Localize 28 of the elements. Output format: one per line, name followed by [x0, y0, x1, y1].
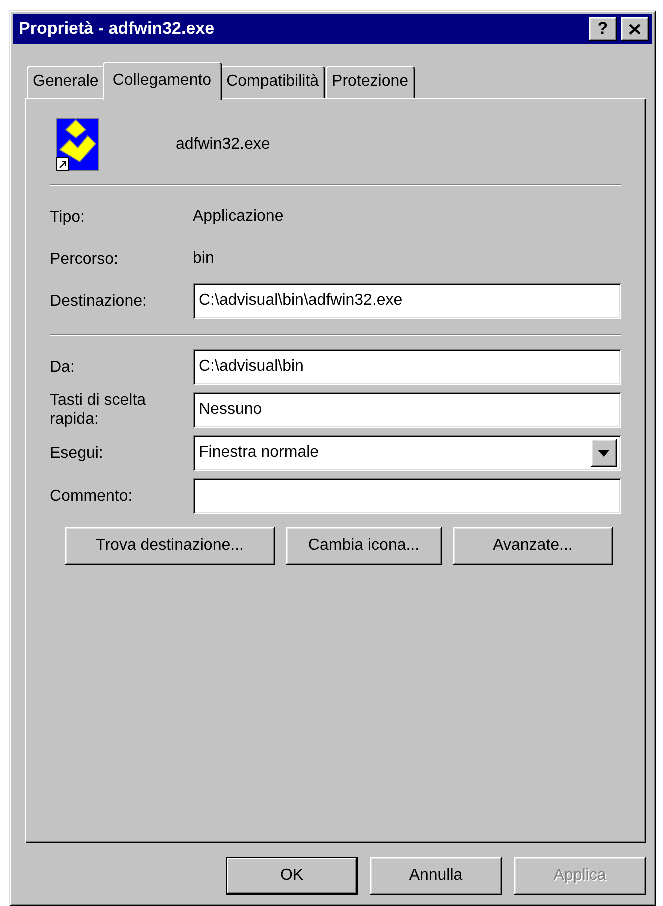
close-button[interactable] [621, 17, 649, 41]
action-button[interactable]: Avanzate... [453, 527, 613, 565]
file-name: adfwin32.exe [176, 136, 270, 154]
action-button[interactable]: Cambia icona... [286, 527, 442, 565]
field-value: bin [193, 250, 214, 268]
tab[interactable]: Compatibilità [220, 66, 326, 98]
close-icon [629, 24, 641, 34]
field-label: Tipo: [50, 208, 86, 226]
field-label: Da: [50, 358, 76, 376]
field-label: Destinazione: [50, 292, 148, 310]
action-button[interactable]: Trova destinazione... [65, 527, 275, 565]
field-label: Percorso: [50, 250, 120, 268]
tab[interactable]: Protezione [326, 66, 415, 98]
field-value: Applicazione [193, 208, 284, 226]
dialog-button[interactable]: OK [226, 857, 358, 895]
text-field[interactable] [193, 478, 621, 514]
dropdown[interactable]: Finestra normale [193, 435, 621, 471]
field-label: Esegui: [50, 444, 104, 462]
text-field[interactable]: Nessuno [193, 392, 621, 428]
tab[interactable]: Collegamento [102, 62, 222, 100]
window-title: Proprietà - adfwin32.exe [19, 19, 216, 39]
text-field[interactable]: C:\advisual\bin [193, 349, 621, 385]
tab[interactable]: Generale [27, 66, 105, 98]
field-label: Commento: [50, 486, 134, 506]
dialog-button[interactable]: Annulla [370, 857, 502, 895]
help-button[interactable]: ? [589, 17, 617, 41]
field-label: Tasti di scelta rapida: [50, 391, 148, 429]
text-field[interactable]: C:\advisual\bin\adfwin32.exe [193, 283, 621, 319]
